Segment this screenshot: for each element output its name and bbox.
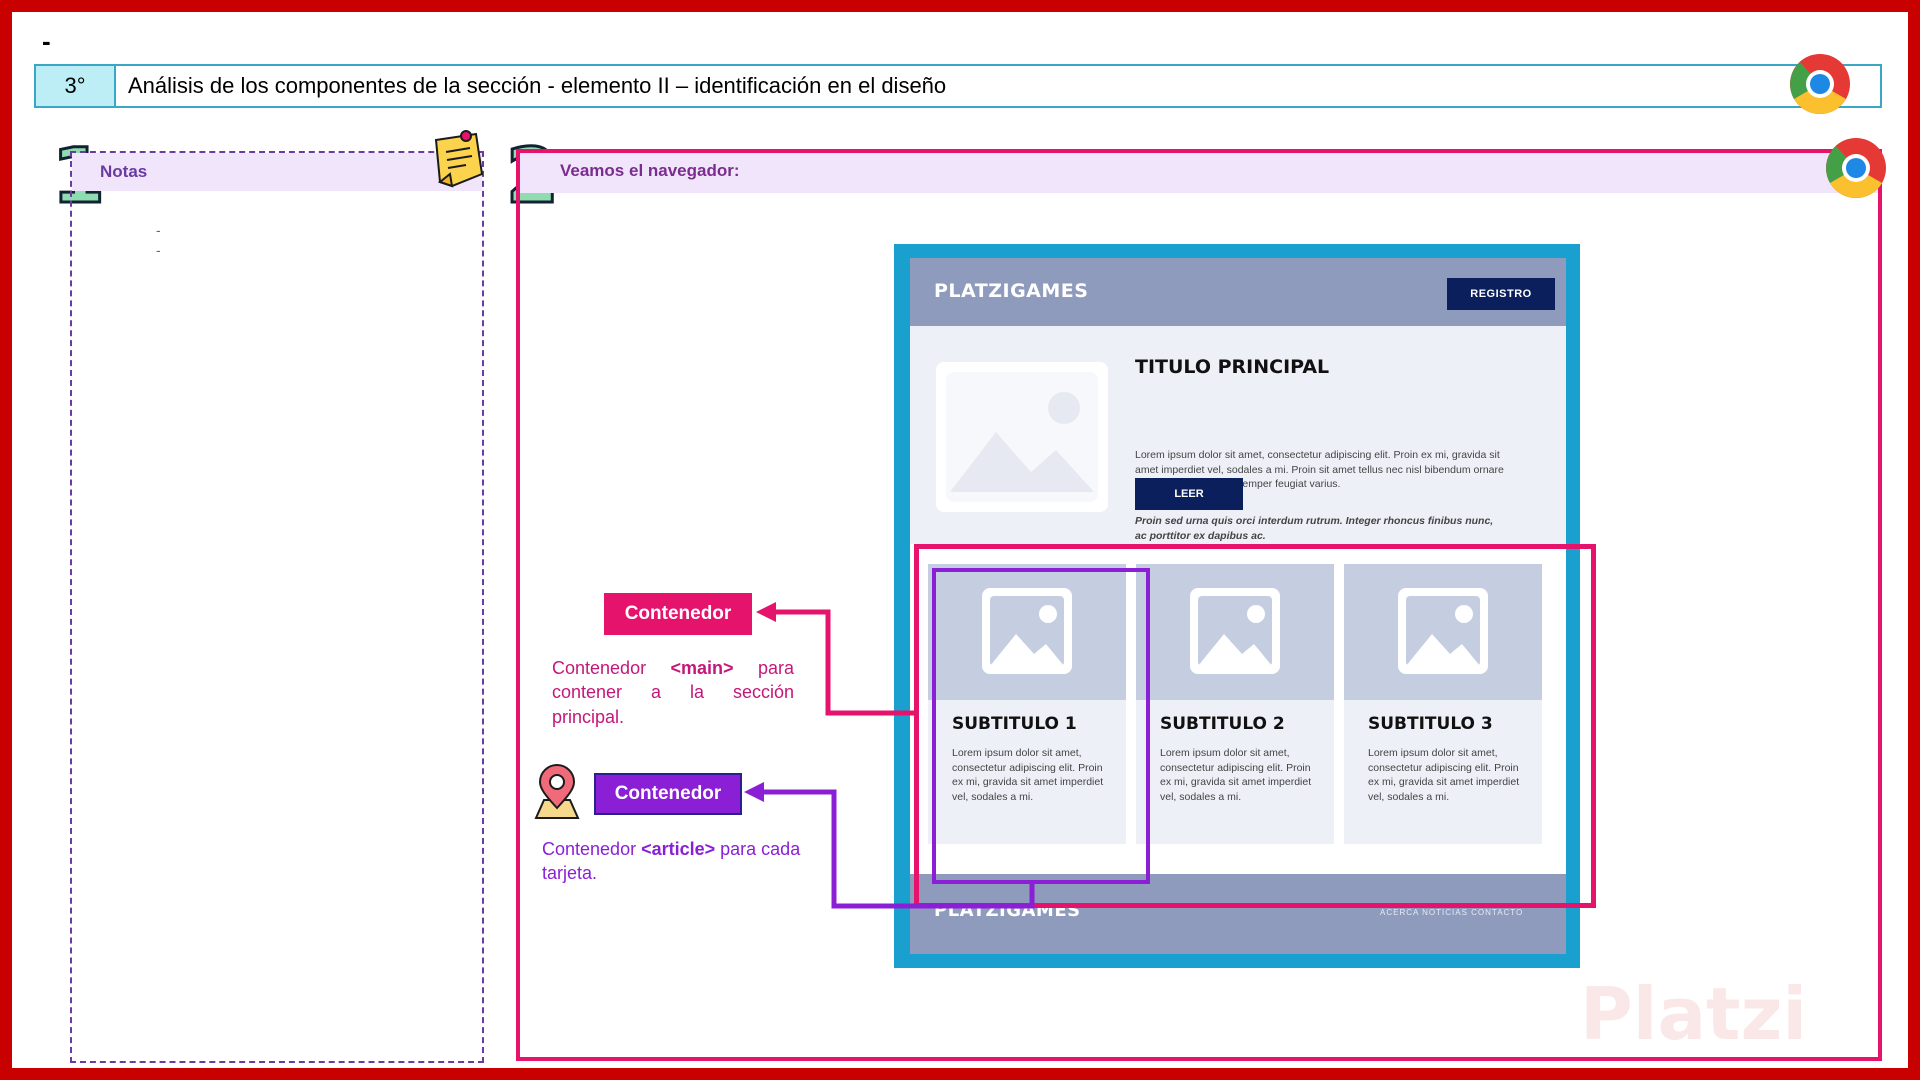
top-dash: - bbox=[42, 26, 51, 56]
slide: - 3° Análisis de los componentes de la s… bbox=[12, 12, 1908, 1068]
article-container-outline bbox=[932, 568, 1150, 884]
hero-title: TITULO PRINCIPAL bbox=[1135, 356, 1330, 378]
hero-image-placeholder bbox=[936, 362, 1108, 512]
step-number: 3° bbox=[36, 66, 116, 106]
article-container-label: Contenedor bbox=[594, 773, 742, 815]
article-container-description: Contenedor <article> para cada tarjeta. bbox=[542, 837, 802, 886]
chrome-icon bbox=[1826, 138, 1886, 199]
footer-links: ACERCA NOTICIAS CONTACTO bbox=[1380, 908, 1524, 917]
register-button[interactable]: REGISTRO bbox=[1447, 278, 1555, 310]
hero-text-italic: Proin sed urna quis orci interdum rutrum… bbox=[1135, 515, 1494, 542]
desc-tag: <main> bbox=[670, 658, 734, 678]
chrome-icon bbox=[1790, 54, 1850, 115]
image-icon bbox=[946, 372, 1098, 502]
notes-title: Notas bbox=[100, 162, 148, 181]
map-pin-icon bbox=[534, 764, 580, 819]
note-bullet: - bbox=[156, 222, 161, 238]
browser-title: Veamos el navegador: bbox=[560, 161, 740, 180]
desc-tag: <article> bbox=[641, 839, 716, 859]
desc-text: Contenedor bbox=[552, 658, 671, 678]
page-title: Análisis de los componentes de la secció… bbox=[128, 73, 947, 98]
main-container-description: Contenedor <main> para contener a la sec… bbox=[552, 656, 794, 729]
sticky-note-icon bbox=[434, 130, 484, 188]
platzi-watermark: Platzi bbox=[1580, 972, 1808, 1056]
mockup-brand: PLATZIGAMES bbox=[934, 280, 1089, 302]
notes-panel bbox=[70, 151, 484, 1063]
header-bar: 3° Análisis de los componentes de la sec… bbox=[34, 64, 1882, 108]
mockup-navbar: PLATZIGAMES REGISTRO bbox=[910, 258, 1566, 326]
main-container-label: Contenedor bbox=[604, 593, 752, 635]
desc-text: Contenedor bbox=[542, 839, 642, 859]
read-button[interactable]: LEER bbox=[1135, 478, 1243, 510]
note-bullet: - bbox=[156, 242, 161, 258]
